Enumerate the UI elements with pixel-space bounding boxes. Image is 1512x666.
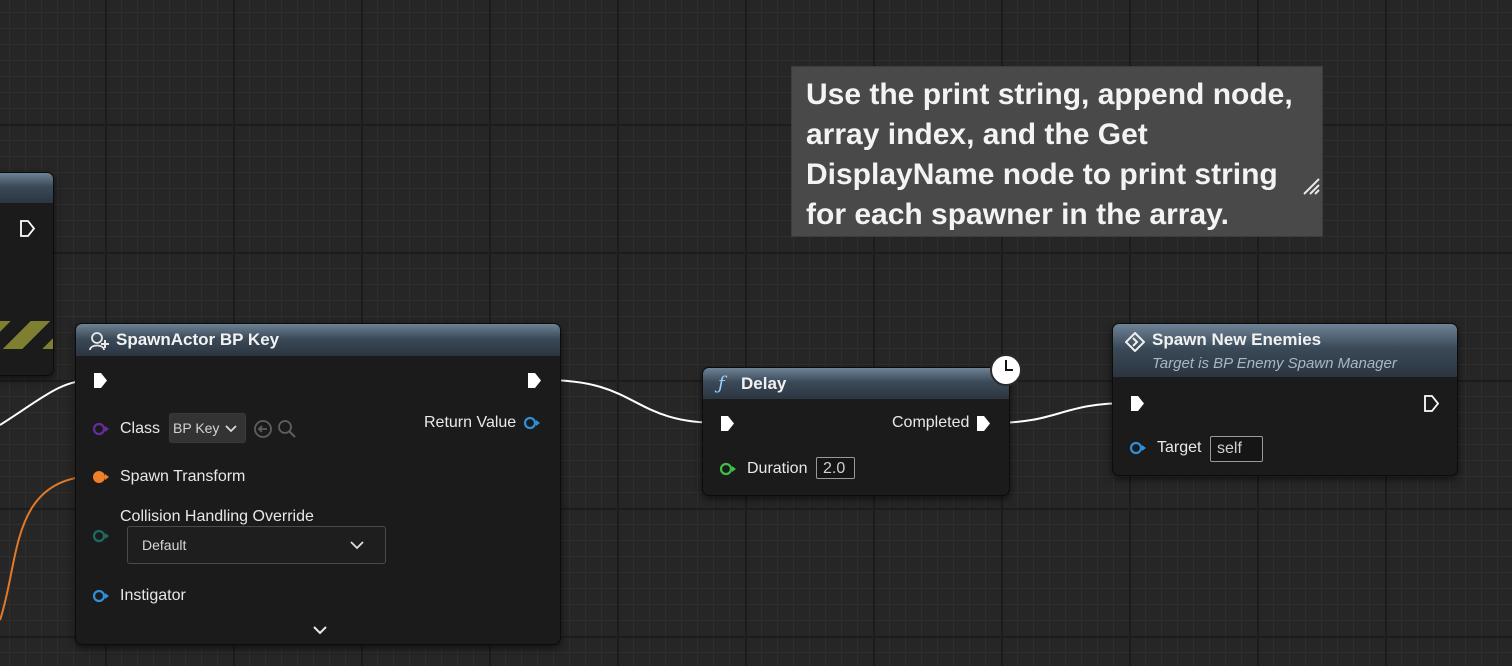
target-pin[interactable]: [1129, 441, 1147, 455]
exec-in-pin[interactable]: [92, 372, 109, 389]
collision-label: Collision Handling Override: [120, 508, 314, 525]
use-selected-icon[interactable]: [253, 419, 273, 439]
instigator-pin[interactable]: [92, 589, 110, 603]
collision-pin[interactable]: [92, 529, 110, 543]
class-select[interactable]: BP Key: [169, 413, 246, 443]
collision-select[interactable]: Default: [127, 526, 386, 564]
spawn-enemies-subtitle: Target is BP Enemy Spawn Manager: [1152, 355, 1397, 372]
exec-out-pin[interactable]: [1423, 395, 1440, 412]
class-select-value: BP Key: [173, 420, 220, 436]
completed-exec-pin[interactable]: [975, 415, 992, 432]
chevron-down-icon: [350, 541, 364, 550]
spawn-actor-title: SpawnActor BP Key: [116, 330, 280, 349]
exec-wire-delay-to-spawn-enemies: [991, 402, 1131, 424]
spawn-actor-icon: [89, 332, 109, 351]
function-icon: ƒ: [718, 373, 725, 394]
instigator-label: Instigator: [120, 587, 186, 604]
event-diamond-icon: [1125, 332, 1145, 352]
spawn-transform-pin[interactable]: [92, 470, 110, 484]
duration-label: Duration: [747, 460, 808, 477]
return-value-label: Return Value: [424, 414, 517, 431]
return-value-pin[interactable]: [523, 416, 541, 430]
class-pin[interactable]: [92, 422, 110, 436]
comment-box[interactable]: Use the print string, append node, array…: [791, 66, 1323, 237]
latent-clock-icon: [990, 354, 1022, 386]
resize-grip-icon[interactable]: [1302, 177, 1320, 195]
target-input[interactable]: self: [1210, 436, 1263, 462]
spawn-actor-node[interactable]: SpawnActor BP Key Class BP Key Return Va…: [75, 323, 561, 645]
hazard-stripes: [0, 321, 53, 349]
spawn-enemies-title: Spawn New Enemies: [1152, 330, 1322, 349]
exec-in-pin[interactable]: [719, 415, 736, 432]
comment-text: Use the print string, append node, array…: [806, 78, 1293, 231]
offscreen-node[interactable]: [0, 172, 54, 376]
chevron-down-icon: [225, 425, 237, 433]
exec-wire-spawn-to-delay: [544, 379, 721, 424]
browse-search-icon[interactable]: [277, 419, 297, 439]
exec-out-pin[interactable]: [19, 220, 36, 237]
collision-select-value: Default: [142, 537, 187, 553]
spawn-transform-label: Spawn Transform: [120, 468, 246, 485]
completed-label: Completed: [892, 414, 970, 431]
duration-pin[interactable]: [719, 462, 737, 476]
offscreen-node-header: [0, 173, 53, 203]
delay-title: Delay: [741, 374, 787, 393]
expand-chevron-icon[interactable]: [313, 624, 327, 636]
class-label: Class: [120, 420, 161, 437]
exec-out-pin[interactable]: [526, 372, 543, 389]
duration-input[interactable]: 2.0: [816, 457, 855, 479]
delay-node[interactable]: ƒ Delay Completed Duration 2.0: [702, 354, 1022, 496]
exec-in-pin[interactable]: [1129, 395, 1146, 412]
spawn-new-enemies-node[interactable]: Spawn New Enemies Target is BP Enemy Spa…: [1112, 323, 1458, 476]
target-label: Target: [1157, 439, 1202, 456]
